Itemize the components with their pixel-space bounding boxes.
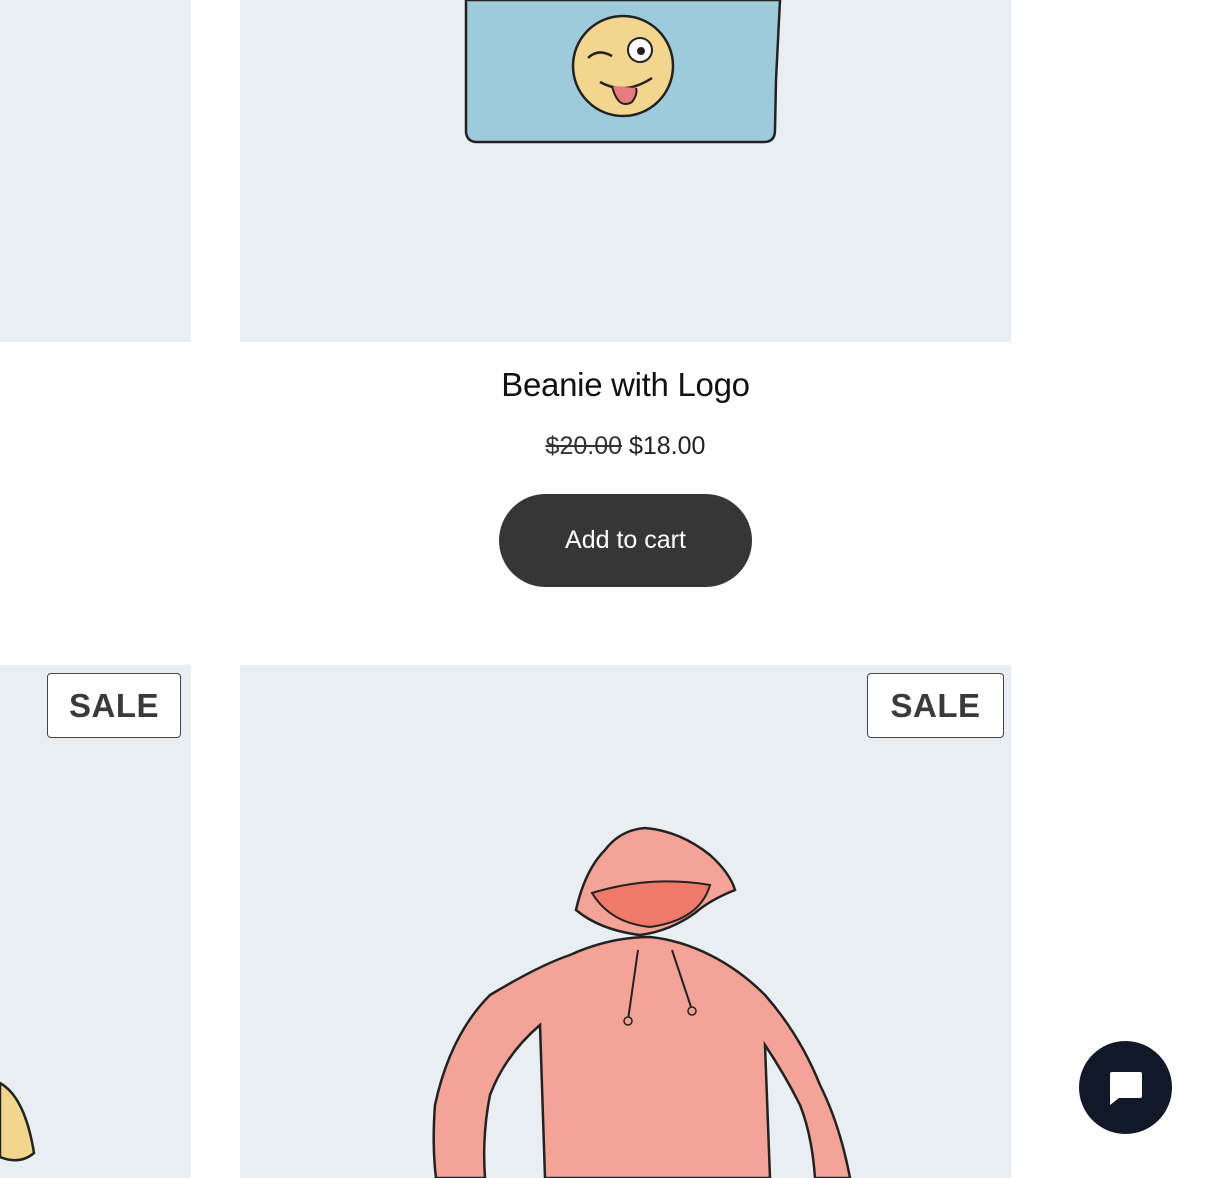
partial-product-illustration <box>0 1081 36 1162</box>
chat-bubble-icon <box>1109 1071 1142 1105</box>
product-image-partial-left[interactable] <box>0 0 191 342</box>
sale-badge-left: SALE <box>47 673 181 738</box>
product-title[interactable]: Beanie with Logo <box>240 366 1011 404</box>
sale-badge-main: SALE <box>867 673 1004 738</box>
product-image-beanie[interactable] <box>240 0 1011 342</box>
price-original: $20.00 <box>545 432 623 460</box>
product-image-hoodie[interactable] <box>240 665 1011 1178</box>
chat-launcher-button[interactable] <box>1079 1041 1172 1134</box>
beanie-illustration <box>464 0 782 144</box>
add-to-cart-button[interactable]: Add to cart <box>499 494 752 587</box>
price-row: $20.00 $18.00 <box>240 432 1011 461</box>
price-sale: $18.00 <box>628 432 706 460</box>
product-image-partial-left-bottom[interactable] <box>0 665 191 1178</box>
hoodie-illustration <box>432 826 852 1178</box>
